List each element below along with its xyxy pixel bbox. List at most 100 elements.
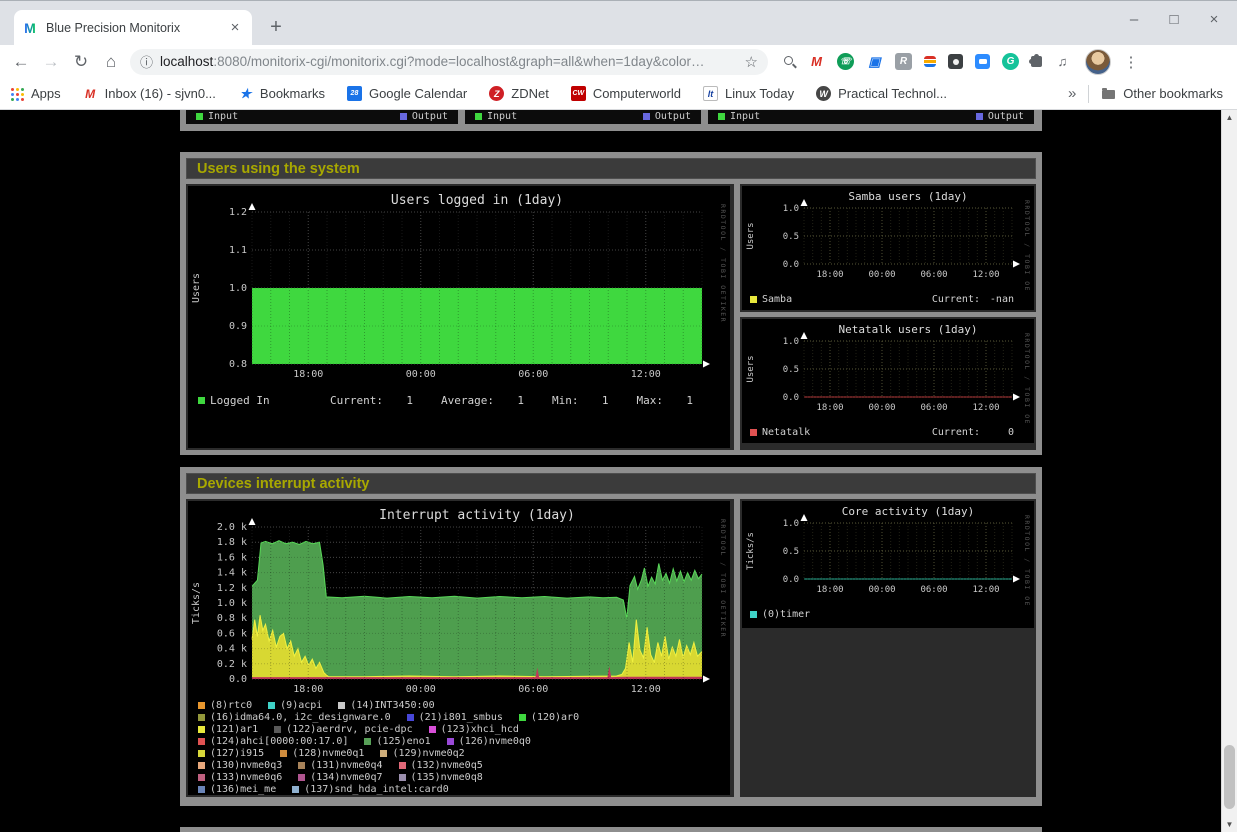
playlist-icon[interactable]: ♫ — [1054, 53, 1071, 70]
legend-swatch — [292, 786, 299, 793]
legend-swatch — [198, 726, 205, 733]
legend-swatch — [338, 702, 345, 709]
gmail-icon[interactable]: M — [808, 53, 825, 70]
legend-item: (129)nvme0q2 — [380, 747, 464, 759]
window-controls: – □ × — [1125, 11, 1223, 28]
password-icon[interactable] — [948, 54, 963, 69]
find-icon[interactable] — [784, 56, 796, 68]
interrupt-legend: (8)rtc0(9)acpi(14)INT3450:00(16)idma64.0… — [198, 699, 730, 795]
legend-item: (132)nvme0q5 — [399, 759, 483, 771]
netatalk-users-graph[interactable]: 0.00.51.018:0000:0006:0012:00Netatalk us… — [742, 319, 1034, 443]
samba-users-cell: 0.00.51.018:0000:0006:0012:00Samba users… — [740, 184, 1036, 312]
legend-item: (130)nvme0q3 — [198, 759, 282, 771]
interrupt-activity-graph[interactable]: 0.00.2 k0.4 k0.6 k0.8 k1.0 k1.2 k1.4 k1.… — [188, 501, 730, 795]
bookmark-practical-technology[interactable]: WPractical Technol... — [816, 86, 947, 101]
bookmark-label: Apps — [31, 86, 61, 101]
tab-blue-precision-monitorix[interactable]: M Blue Precision Monitorix × — [14, 10, 252, 46]
wordpress-icon: W — [816, 86, 831, 101]
copy-pages-icon[interactable]: ▣ — [866, 53, 883, 70]
forward-icon[interactable]: → — [36, 52, 66, 72]
legend-swatch — [407, 714, 414, 721]
bookmark-google-calendar[interactable]: 28Google Calendar — [347, 86, 467, 101]
bookmark-bookmarks[interactable]: ★Bookmarks — [238, 86, 325, 101]
legend-item: (122)aerdrv, pcie-dpc — [274, 723, 412, 735]
tab-close-icon[interactable]: × — [226, 19, 244, 37]
svg-text:1.1: 1.1 — [229, 245, 247, 256]
svg-text:06:00: 06:00 — [920, 403, 947, 413]
svg-text:Ticks/s: Ticks/s — [191, 582, 202, 624]
home-icon[interactable]: ⌂ — [96, 52, 126, 72]
legend-swatch — [750, 296, 757, 303]
bookmark-computerworld[interactable]: CWComputerworld — [571, 86, 681, 101]
maximize-button[interactable]: □ — [1165, 11, 1183, 28]
svg-text:12:00: 12:00 — [631, 684, 661, 695]
svg-text:1.2 k: 1.2 k — [217, 583, 247, 594]
samba-users-graph[interactable]: 0.00.51.018:0000:0006:0012:00Samba users… — [742, 186, 1034, 310]
bookmark-zdnet[interactable]: ZZDNet — [489, 86, 549, 101]
legend-item: (121)ar1 — [198, 723, 258, 735]
svg-text:18:00: 18:00 — [293, 684, 323, 695]
core-activity-graph[interactable]: 0.00.51.018:0000:0006:0012:00Core activi… — [742, 501, 1034, 628]
books-icon[interactable] — [924, 56, 936, 67]
svg-text:12:00: 12:00 — [631, 369, 661, 380]
legend-swatch — [519, 714, 526, 721]
legend-item: (127)i915 — [198, 747, 264, 759]
profile-avatar[interactable] — [1085, 49, 1111, 75]
bookmark-linux-today[interactable]: ltLinux Today — [703, 86, 794, 101]
legend-swatch — [198, 702, 205, 709]
input-swatch — [718, 113, 725, 120]
legend-item: (21)i801_smbus — [407, 711, 503, 723]
users-graph-legend: Logged In Current:1 Average:1 Min:1 Max:… — [198, 394, 730, 407]
bookmark-apps[interactable]: Apps — [10, 86, 61, 101]
zoom-icon[interactable] — [975, 54, 990, 69]
legend-swatch — [364, 738, 371, 745]
scrollbar-thumb[interactable] — [1224, 745, 1235, 809]
svg-text:0.0: 0.0 — [783, 575, 799, 585]
reload-icon[interactable]: ↻ — [66, 52, 96, 72]
grammarly-icon[interactable]: G — [1002, 53, 1019, 70]
legend-swatch — [198, 762, 205, 769]
r-extension-icon[interactable]: R — [895, 53, 912, 70]
page-info-icon[interactable]: ⓘ — [140, 52, 153, 71]
folder-icon — [1102, 90, 1115, 99]
bookmark-label: Bookmarks — [260, 86, 325, 101]
users-section: Users using the system 0.80.91.01.11.218… — [180, 152, 1042, 455]
extensions-puzzle-icon[interactable] — [1031, 56, 1042, 67]
core-graph-legend: (0)timer — [750, 609, 1028, 620]
scroll-down-icon[interactable]: ▼ — [1222, 817, 1237, 832]
legend-item: (137)snd_hda_intel:card0 — [292, 783, 449, 795]
close-button[interactable]: × — [1205, 11, 1223, 28]
svg-text:06:00: 06:00 — [518, 684, 548, 695]
chrome-menu-icon[interactable]: ⋮ — [1123, 53, 1139, 71]
svg-text:1.6 k: 1.6 k — [217, 552, 247, 563]
other-bookmarks-button[interactable]: Other bookmarks — [1101, 86, 1223, 101]
svg-text:1.0 k: 1.0 k — [217, 598, 247, 609]
voice-icon[interactable]: ☏ — [837, 53, 854, 70]
scroll-up-icon[interactable]: ▲ — [1222, 110, 1237, 125]
svg-text:18:00: 18:00 — [816, 585, 843, 595]
extensions-row: M ☏ ▣ R G ♫ — [784, 53, 1071, 70]
back-icon[interactable]: ← — [6, 52, 36, 72]
address-bar[interactable]: ⓘ localhost:8080/monitorix-cgi/monitorix… — [130, 49, 768, 75]
svg-text:18:00: 18:00 — [816, 270, 843, 280]
page-scrollbar[interactable]: ▲ ▼ — [1221, 110, 1237, 832]
svg-text:0.0: 0.0 — [229, 674, 247, 685]
svg-text:Netatalk users (1day): Netatalk users (1day) — [838, 323, 977, 336]
legend-swatch — [198, 397, 205, 404]
bookmarks-overflow-icon[interactable]: » — [1068, 85, 1076, 102]
url-text[interactable]: localhost:8080/monitorix-cgi/monitorix.c… — [160, 54, 737, 69]
bookmark-label: ZDNet — [511, 86, 549, 101]
core_activity-chart: 0.00.51.018:0000:0006:0012:00Core activi… — [742, 501, 1034, 605]
legend-swatch — [280, 750, 287, 757]
svg-text:Interrupt activity (1day): Interrupt activity (1day) — [379, 508, 575, 523]
users-logged-in-graph[interactable]: 0.80.91.01.11.218:0000:0006:0012:00Users… — [188, 186, 730, 448]
minimize-button[interactable]: – — [1125, 11, 1143, 28]
new-tab-button[interactable]: + — [262, 14, 290, 42]
bookmark-star-icon[interactable]: ☆ — [745, 53, 758, 71]
svg-text:Core activity (1day): Core activity (1day) — [842, 505, 974, 518]
bookmark-label: Computerworld — [593, 86, 681, 101]
svg-text:M: M — [24, 20, 36, 36]
svg-text:18:00: 18:00 — [816, 403, 843, 413]
svg-text:Users: Users — [191, 273, 202, 303]
bookmark-inbox[interactable]: MInbox (16) - sjvn0... — [83, 86, 216, 101]
